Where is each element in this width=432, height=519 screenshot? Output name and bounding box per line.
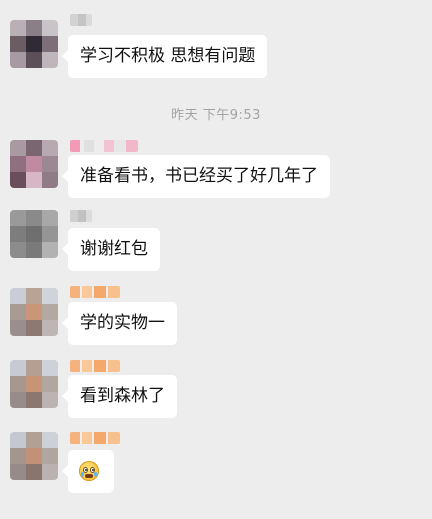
avatar[interactable] <box>10 288 58 336</box>
timestamp: 昨天 下午9:53 <box>171 108 261 123</box>
message-bubble[interactable]: 准备看书，书已经买了好几年了 <box>62 155 330 198</box>
avatar[interactable] <box>10 210 58 258</box>
sender-name <box>70 286 120 298</box>
avatar[interactable] <box>10 20 58 68</box>
message-bubble[interactable]: 学习不积极 思想有问题 <box>61 35 268 78</box>
message-bubble[interactable]: 学的实物一 <box>62 302 177 345</box>
sender-name <box>70 432 120 444</box>
message-text: 准备看书，书已经买了好几年了 <box>80 166 318 186</box>
crying-face-icon <box>79 461 99 481</box>
message-text: 看到森林了 <box>80 386 165 406</box>
message-text: 学的实物一 <box>80 313 165 333</box>
message-bubble[interactable]: 谢谢红包 <box>62 228 160 271</box>
message-bubble[interactable] <box>62 450 114 493</box>
sender-name <box>70 14 92 26</box>
message-bubble[interactable]: 看到森林了 <box>62 375 177 418</box>
avatar[interactable] <box>10 140 58 188</box>
avatar[interactable] <box>10 360 58 408</box>
sender-name <box>70 210 92 222</box>
sender-name <box>70 360 120 372</box>
avatar[interactable] <box>10 432 58 480</box>
message-text: 学习不积极 思想有问题 <box>80 46 256 66</box>
sender-name <box>70 140 138 152</box>
message-text: 谢谢红包 <box>80 239 148 259</box>
